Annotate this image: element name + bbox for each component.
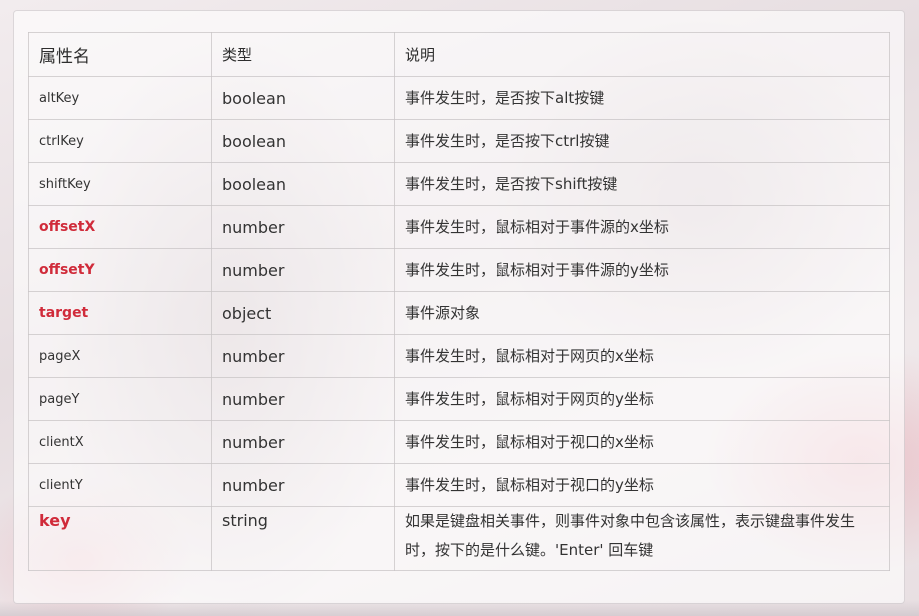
property-name: pageX <box>28 334 212 378</box>
property-type: number <box>211 205 395 249</box>
property-type: boolean <box>211 119 395 163</box>
property-type: number <box>211 463 395 507</box>
table-row: clientY number 事件发生时，鼠标相对于视口的y坐标 <box>28 463 890 507</box>
property-description: 事件发生时，鼠标相对于视口的y坐标 <box>394 463 890 507</box>
header-property-name: 属性名 <box>28 32 212 77</box>
property-name-highlighted: target <box>28 291 212 335</box>
property-name: pageY <box>28 377 212 421</box>
property-description: 如果是键盘相关事件，则事件对象中包含该属性，表示键盘事件发生时，按下的是什么键。… <box>394 506 890 571</box>
property-type: number <box>211 377 395 421</box>
table-row: key string 如果是键盘相关事件，则事件对象中包含该属性，表示键盘事件发… <box>28 506 890 571</box>
table-row: ctrlKey boolean 事件发生时，是否按下ctrl按键 <box>28 119 890 163</box>
table-row: offsetY number 事件发生时，鼠标相对于事件源的y坐标 <box>28 248 890 292</box>
table-row: pageY number 事件发生时，鼠标相对于网页的y坐标 <box>28 377 890 421</box>
property-description: 事件发生时，鼠标相对于视口的x坐标 <box>394 420 890 464</box>
property-description: 事件发生时，鼠标相对于网页的y坐标 <box>394 377 890 421</box>
header-type: 类型 <box>211 32 395 77</box>
property-name: ctrlKey <box>28 119 212 163</box>
property-type: number <box>211 334 395 378</box>
property-type: boolean <box>211 162 395 206</box>
property-description: 事件发生时，是否按下alt按键 <box>394 76 890 120</box>
property-name-highlighted: offsetY <box>28 248 212 292</box>
table-row: altKey boolean 事件发生时，是否按下alt按键 <box>28 76 890 120</box>
property-description: 事件发生时，鼠标相对于事件源的y坐标 <box>394 248 890 292</box>
table-row: target object 事件源对象 <box>28 291 890 335</box>
property-type: boolean <box>211 76 395 120</box>
property-type: string <box>211 506 395 571</box>
table-header-row: 属性名 类型 说明 <box>28 32 890 77</box>
property-description: 事件发生时，是否按下shift按键 <box>394 162 890 206</box>
header-description: 说明 <box>394 32 890 77</box>
table-panel: 属性名 类型 说明 altKey boolean 事件发生时，是否按下alt按键… <box>14 11 904 603</box>
property-name: altKey <box>28 76 212 120</box>
event-properties-table: 属性名 类型 说明 altKey boolean 事件发生时，是否按下alt按键… <box>28 32 890 571</box>
property-name-highlighted: offsetX <box>28 205 212 249</box>
property-type: object <box>211 291 395 335</box>
table-row: offsetX number 事件发生时，鼠标相对于事件源的x坐标 <box>28 205 890 249</box>
table-row: clientX number 事件发生时，鼠标相对于视口的x坐标 <box>28 420 890 464</box>
property-type: number <box>211 420 395 464</box>
property-description: 事件发生时，鼠标相对于网页的x坐标 <box>394 334 890 378</box>
property-type: number <box>211 248 395 292</box>
property-name: clientX <box>28 420 212 464</box>
property-name-highlighted: key <box>28 506 212 571</box>
table-row: shiftKey boolean 事件发生时，是否按下shift按键 <box>28 162 890 206</box>
property-description: 事件发生时，鼠标相对于事件源的x坐标 <box>394 205 890 249</box>
property-description: 事件源对象 <box>394 291 890 335</box>
property-name: shiftKey <box>28 162 212 206</box>
table-row: pageX number 事件发生时，鼠标相对于网页的x坐标 <box>28 334 890 378</box>
property-description: 事件发生时，是否按下ctrl按键 <box>394 119 890 163</box>
property-name: clientY <box>28 463 212 507</box>
